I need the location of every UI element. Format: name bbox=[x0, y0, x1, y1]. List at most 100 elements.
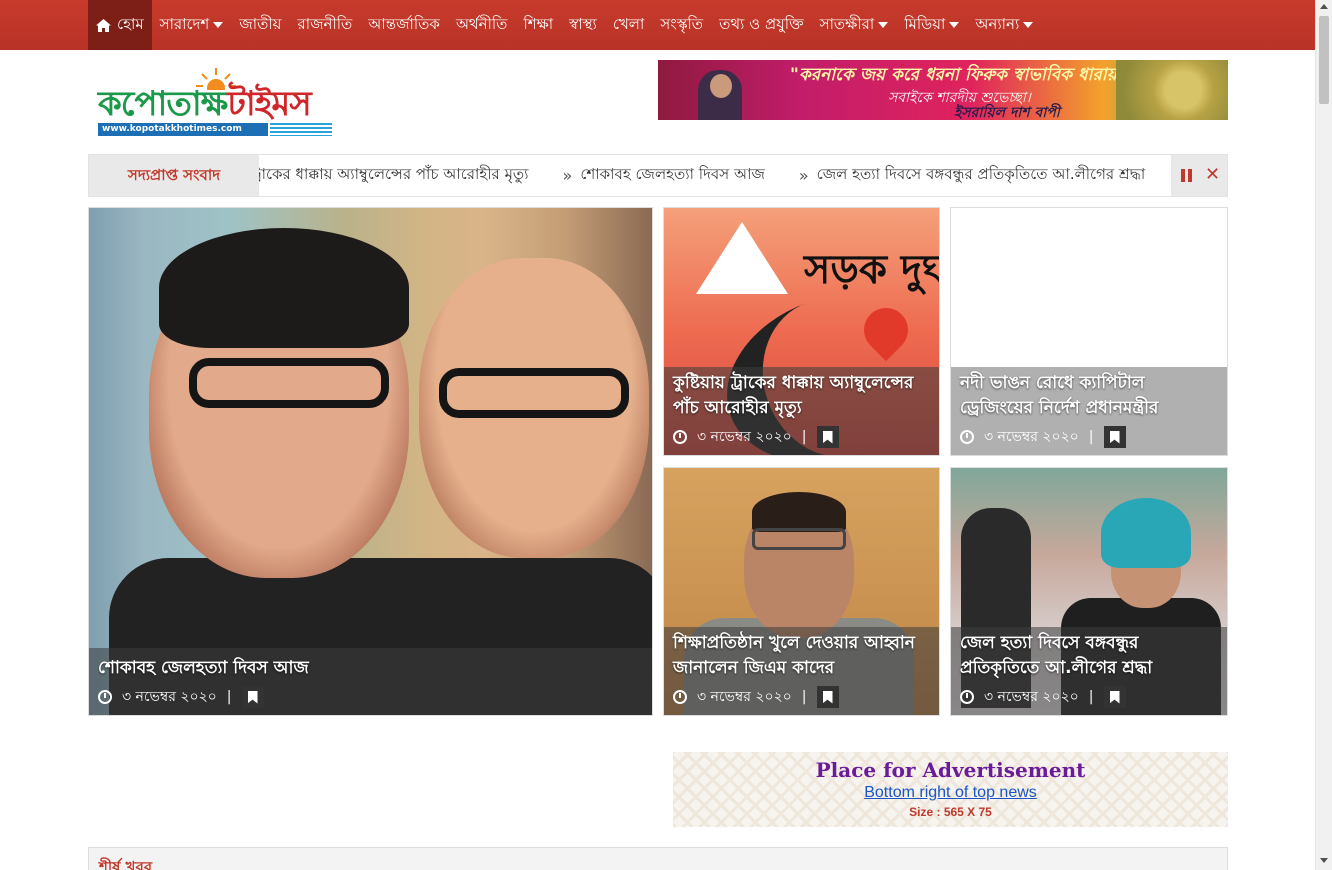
nav-item-label: মিডিয়া bbox=[904, 14, 946, 33]
ad-size: Size : 565 X 75 bbox=[909, 805, 992, 819]
caret-down-icon bbox=[878, 22, 889, 28]
page-scrollbar[interactable] bbox=[1315, 0, 1332, 870]
card-meta: ৩ নভেম্বর ২০২০ | bbox=[98, 685, 643, 709]
caret-down-icon bbox=[213, 22, 224, 28]
clock-icon bbox=[960, 430, 974, 444]
close-icon[interactable]: ✕ bbox=[1205, 165, 1220, 185]
bookmark-icon bbox=[822, 690, 833, 704]
clock-icon bbox=[673, 690, 687, 704]
card-title[interactable]: শিক্ষাপ্রতিষ্ঠান খুলে দেওয়ার আহ্বান জান… bbox=[673, 631, 930, 681]
site-logo[interactable]: কপোতাক্ষটাইমস www.kopotakkhotimes.com bbox=[98, 66, 334, 138]
feature-card[interactable]: জেল হত্যা দিবসে বঙ্গবন্ধুর প্রতিকৃতিতে আ… bbox=[950, 467, 1228, 716]
card-title[interactable]: জেল হত্যা দিবসে বঙ্গবন্ধুর প্রতিকৃতিতে আ… bbox=[960, 631, 1218, 681]
bookmark-button[interactable] bbox=[816, 686, 839, 708]
feature-card-main[interactable]: শোকাবহ জেলহত্যা দিবস আজ ৩ নভেম্বর ২০২০ | bbox=[88, 207, 653, 716]
section-title: শীর্ষ খবর bbox=[99, 858, 153, 870]
card-meta: ৩ নভেম্বর ২০২০ | bbox=[960, 685, 1218, 709]
card-date: ৩ নভেম্বর ২০২০ bbox=[984, 689, 1079, 705]
advertisement-placeholder[interactable]: Place for Advertisement Bottom right of … bbox=[673, 752, 1228, 827]
nav-item-label: স্বাস্থ্য bbox=[569, 14, 597, 33]
card-meta: ৩ নভেম্বর ২০২০ | bbox=[673, 425, 930, 449]
nav-item-label: আন্তর্জাতিক bbox=[368, 14, 440, 33]
pause-icon[interactable] bbox=[1181, 169, 1193, 182]
nav-item-sports[interactable]: খেলা bbox=[605, 0, 652, 50]
nav-item-jatiyo[interactable]: জাতীয় bbox=[231, 0, 289, 50]
nav-item-culture[interactable]: সংস্কৃতি bbox=[652, 0, 711, 50]
bookmark-button[interactable] bbox=[241, 686, 264, 708]
logo-url: www.kopotakkhotimes.com bbox=[98, 123, 268, 136]
nav-item-label: হোম bbox=[117, 14, 144, 33]
card-title[interactable]: কুষ্টিয়ায় ট্রাকের ধাক্কায় অ্যাম্বুলেন… bbox=[673, 371, 930, 421]
nav-item-health[interactable]: স্বাস্থ্য bbox=[561, 0, 605, 50]
double-chevron-right-icon: » bbox=[798, 166, 809, 185]
bookmark-icon bbox=[822, 430, 833, 444]
card-title[interactable]: শোকাবহ জেলহত্যা দিবস আজ bbox=[98, 656, 643, 681]
ad-subtitle-link[interactable]: Bottom right of top news bbox=[673, 784, 1228, 802]
card-date: ৩ নভেম্বর ২০২০ bbox=[697, 429, 792, 445]
ticker-item[interactable]: » জেল হত্যা দিবসে বঙ্গবন্ধুর প্রতিকৃতিতে … bbox=[799, 163, 1145, 188]
top-banner-ad[interactable]: "করনাকে জয় করে ধরনা ফিরুক স্বাভাবিক ধার… bbox=[658, 60, 1228, 120]
nav-item-satkhira[interactable]: সাতক্ষীরা bbox=[812, 0, 897, 50]
card-title[interactable]: নদী ভাঙন রোধে ক্যাপিটাল ড্রেজিংয়ের নির্… bbox=[960, 371, 1218, 421]
card-caption: কুষ্টিয়ায় ট্রাকের ধাক্কায় অ্যাম্বুলেন… bbox=[664, 367, 939, 455]
feature-card[interactable]: নদী ভাঙন রোধে ক্যাপিটাল ড্রেজিংয়ের নির্… bbox=[950, 207, 1228, 456]
breaking-news-ticker: সদ্যপ্রাপ্ত সংবাদ ট্রাকের ধাক্কায় অ্যাম… bbox=[88, 154, 1228, 197]
nav-menu: হোম সারাদেশ জাতীয় রাজনীতি আন্তর্জাতিক অ… bbox=[88, 0, 1041, 50]
bookmark-button[interactable] bbox=[1103, 426, 1126, 448]
home-icon bbox=[96, 18, 111, 32]
bookmark-button[interactable] bbox=[1103, 686, 1126, 708]
clock-icon bbox=[960, 690, 974, 704]
card-image bbox=[89, 208, 652, 715]
card-date: ৩ নভেম্বর ২০২০ bbox=[697, 689, 792, 705]
nav-item-label: খেলা bbox=[612, 14, 645, 33]
nav-item-home[interactable]: হোম bbox=[88, 0, 152, 50]
nav-item-label: অন্যান্য bbox=[975, 14, 1020, 33]
clock-icon bbox=[673, 430, 687, 444]
card-date: ৩ নভেম্বর ২০২০ bbox=[984, 429, 1079, 445]
top-news-section-header: শীর্ষ খবর bbox=[88, 847, 1228, 870]
nav-item-rajniti[interactable]: রাজনীতি bbox=[289, 0, 360, 50]
ticker-item[interactable]: ট্রাকের ধাক্কায় অ্যাম্বুলেন্সের পাঁচ আর… bbox=[259, 163, 529, 188]
nav-item-label: শিক্ষা bbox=[523, 14, 554, 33]
nav-item-tech[interactable]: তথ্য ও প্রযুক্তি bbox=[711, 0, 812, 50]
scroll-down-arrow-icon[interactable] bbox=[1320, 858, 1328, 863]
nav-item-economy[interactable]: অর্থনীতি bbox=[448, 0, 516, 50]
caret-down-icon bbox=[1023, 22, 1034, 28]
card-date: ৩ নভেম্বর ২০২০ bbox=[122, 689, 217, 705]
ticker-item-text: ট্রাকের ধাক্কায় অ্যাম্বুলেন্সের পাঁচ আর… bbox=[259, 165, 529, 183]
ticker-label: সদ্যপ্রাপ্ত সংবাদ bbox=[89, 155, 259, 196]
scroll-up-arrow-icon[interactable] bbox=[1320, 4, 1328, 9]
clock-icon bbox=[98, 690, 112, 704]
card-caption: জেল হত্যা দিবসে বঙ্গবন্ধুর প্রতিকৃতিতে আ… bbox=[951, 627, 1227, 715]
nav-item-label: রাজনীতি bbox=[297, 14, 353, 33]
ticker-item-text: শোকাবহ জেলহত্যা দিবস আজ bbox=[580, 165, 765, 183]
bookmark-icon bbox=[247, 690, 258, 704]
nav-item-label: তথ্য ও প্রযুক্তি bbox=[719, 14, 804, 33]
nav-item-media[interactable]: মিডিয়া bbox=[896, 0, 967, 50]
ad-person-face bbox=[710, 74, 732, 98]
card-caption: শোকাবহ জেলহত্যা দিবস আজ ৩ নভেম্বর ২০২০ | bbox=[89, 648, 652, 715]
scrollbar-thumb[interactable] bbox=[1319, 16, 1329, 104]
bookmark-icon bbox=[1109, 430, 1120, 444]
card-meta: ৩ নভেম্বর ২০২০ | bbox=[673, 685, 930, 709]
meta-separator: | bbox=[801, 689, 807, 705]
ticker-track: ট্রাকের ধাক্কায় অ্যাম্বুলেন্সের পাঁচ আর… bbox=[259, 155, 1171, 196]
nav-item-label: সারাদেশ bbox=[159, 14, 210, 33]
main-navbar: হোম সারাদেশ জাতীয় রাজনীতি আন্তর্জাতিক অ… bbox=[0, 0, 1315, 50]
card-caption: শিক্ষাপ্রতিষ্ঠান খুলে দেওয়ার আহ্বান জান… bbox=[664, 627, 939, 715]
nav-item-label: সংস্কৃতি bbox=[660, 14, 704, 33]
nav-item-saradesh[interactable]: সারাদেশ bbox=[152, 0, 232, 50]
ticker-item[interactable]: » শোকাবহ জেলহত্যা দিবস আজ bbox=[563, 163, 765, 188]
feature-card[interactable]: শিক্ষাপ্রতিষ্ঠান খুলে দেওয়ার আহ্বান জান… bbox=[663, 467, 940, 716]
logo-text-red: টাইমস bbox=[227, 84, 311, 124]
bookmark-button[interactable] bbox=[816, 426, 839, 448]
nav-item-others[interactable]: অন্যান্য bbox=[967, 0, 1041, 50]
bookmark-icon bbox=[1109, 690, 1120, 704]
ad-goddess-image bbox=[1116, 60, 1228, 120]
nav-item-international[interactable]: আন্তর্জাতিক bbox=[360, 0, 448, 50]
card-caption: নদী ভাঙন রোধে ক্যাপিটাল ড্রেজিংয়ের নির্… bbox=[951, 367, 1227, 455]
ad-title: Place for Advertisement bbox=[815, 758, 1086, 782]
feature-card[interactable]: সড়ক দুর্ঘ কুষ্টিয়ায় ট্রাকের ধাক্কায় … bbox=[663, 207, 940, 456]
nav-item-education[interactable]: শিক্ষা bbox=[515, 0, 561, 50]
meta-separator: | bbox=[1088, 429, 1094, 445]
